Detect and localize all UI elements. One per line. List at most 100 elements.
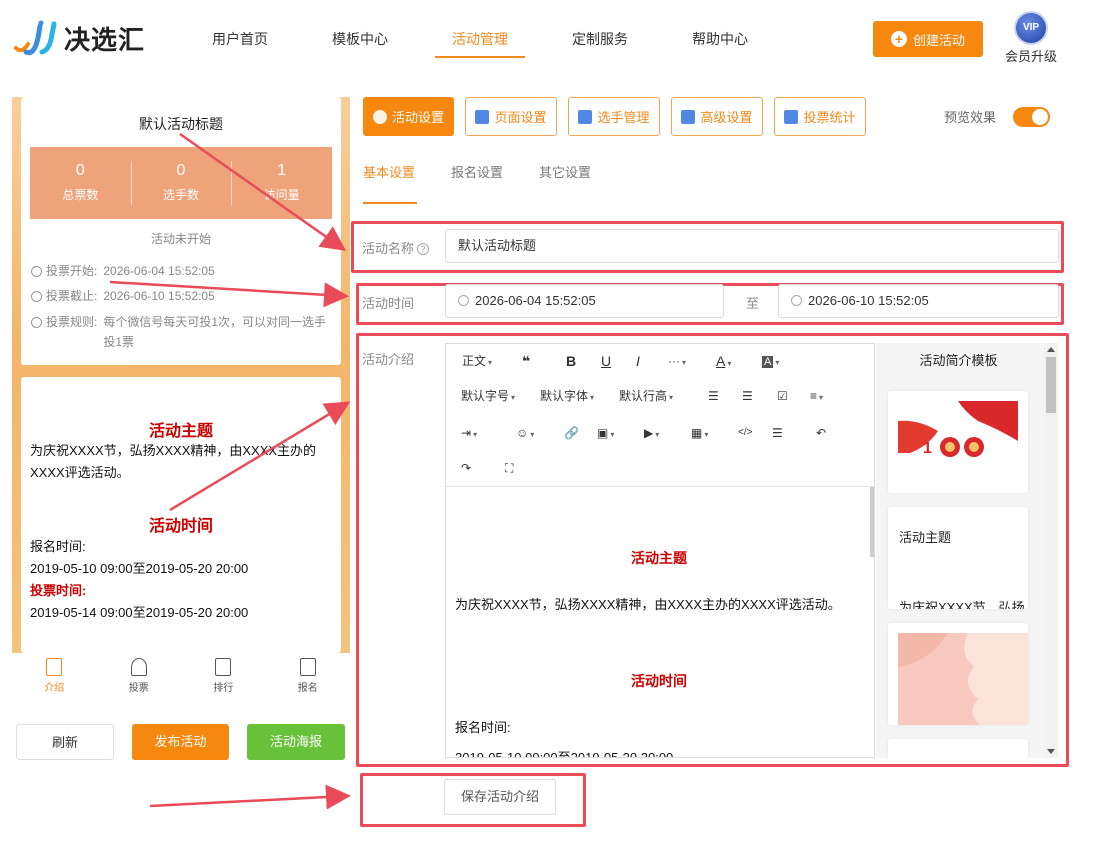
video-dropdown[interactable]: ▶ ▾ (644, 423, 659, 443)
editor-time-heading: 活动时间 (631, 673, 687, 689)
fullscreen-icon[interactable]: ⛶ (505, 458, 513, 478)
vip-upgrade[interactable]: VIP 会员升级 (1003, 13, 1059, 65)
intro-vote-time: 2019-05-14 09:00至2019-05-20 20:00 (30, 605, 249, 620)
template-card-1[interactable]: 1 (888, 391, 1028, 493)
code-icon[interactable]: </> (738, 423, 752, 443)
activity-poster-button[interactable]: 活动海报 (247, 724, 345, 760)
vote-statistics-button[interactable]: 投票统计 (774, 97, 866, 136)
tab-vote[interactable]: 投票 (97, 653, 182, 699)
editor-signup-time: 2019-05-10 09:00至2019-05-20 20:00 (455, 750, 674, 758)
refresh-button[interactable]: 刷新 (16, 724, 114, 760)
preview-title: 默认活动标题 (139, 116, 223, 132)
nav-help-center[interactable]: 帮助中心 (660, 0, 780, 80)
info-icon (31, 317, 42, 328)
end-time-input[interactable]: 2026-06-10 15:52:05 (778, 284, 1059, 318)
activity-settings-button[interactable]: 活动设置 (363, 97, 454, 136)
font-size-dropdown[interactable]: 默认字号 ▾ (461, 386, 515, 406)
table-dropdown[interactable]: ▦ ▾ (691, 423, 708, 443)
publish-activity-button[interactable]: 发布活动 (132, 724, 229, 760)
font-family-dropdown[interactable]: 默认字体 ▾ (540, 386, 594, 406)
start-time-input[interactable]: 2026-06-04 15:52:05 (445, 284, 724, 318)
end-time-value: 2026-06-10 15:52:05 (808, 293, 929, 308)
nav-home[interactable]: 用户首页 (180, 0, 300, 80)
background-color-dropdown[interactable]: A ▾ (762, 351, 779, 371)
bold-icon[interactable]: B (566, 351, 576, 371)
template-card-3[interactable] (888, 623, 1028, 725)
nav-templates[interactable]: 模板中心 (300, 0, 420, 80)
activity-name-label: 活动名称? (362, 238, 430, 257)
clock-icon (458, 295, 469, 306)
line-height-dropdown[interactable]: 默认行高 ▾ (619, 386, 673, 406)
contestant-management-button[interactable]: 选手管理 (568, 97, 660, 136)
more-options-dropdown[interactable]: ··· ▾ (668, 351, 686, 371)
quote-icon[interactable]: ❝ (522, 351, 530, 371)
page-settings-button[interactable]: 页面设置 (465, 97, 557, 136)
italic-icon[interactable]: I (636, 351, 640, 371)
activity-intro-label: 活动介绍 (362, 352, 415, 367)
tab-other-settings[interactable]: 其它设置 (539, 150, 591, 202)
stat-total-votes: 0 总票数 (30, 147, 131, 219)
tab-signup[interactable]: 报名 (266, 653, 351, 699)
help-icon[interactable]: ? (417, 243, 430, 255)
star-icon (372, 109, 387, 124)
time-separator: 至 (746, 296, 760, 311)
font-color-dropdown[interactable]: A ▾ (716, 351, 731, 371)
user-icon (130, 658, 147, 676)
create-activity-label: 创建活动 (912, 32, 965, 48)
editor-theme-text: 为庆祝XXXX节，弘扬XXXX精神，由XXXX主办的XXXX评选活动。 (455, 597, 841, 612)
numbered-list-icon[interactable]: ☰ (742, 386, 753, 406)
editor-content[interactable]: 活动主题 为庆祝XXXX节，弘扬XXXX精神，由XXXX主办的XXXX评选活动。… (446, 487, 872, 758)
editor-scrollbar[interactable] (870, 487, 874, 557)
divider-icon[interactable]: ☰ (772, 423, 783, 443)
template-card-4[interactable] (888, 739, 1028, 758)
button-label: 页面设置 (494, 110, 547, 125)
paragraph-format-dropdown[interactable]: 正文 ▾ (462, 351, 492, 371)
vote-end-line: 投票截止: 2026-06-10 15:52:05 (31, 286, 215, 306)
tab-label: 报名 (297, 683, 318, 694)
scroll-thumb[interactable] (1046, 357, 1056, 413)
template-card-2[interactable]: 活动主题 为庆祝XXXX节，弘扬 (888, 507, 1028, 609)
align-dropdown[interactable]: ≡ ▾ (810, 386, 823, 406)
tab-ranking[interactable]: 排行 (181, 653, 266, 699)
save-intro-button[interactable]: 保存活动介绍 (444, 779, 556, 815)
indent-dropdown[interactable]: ⇥ ▾ (461, 423, 477, 443)
preview-tabbar: 介绍 投票 排行 报名 (12, 653, 350, 699)
ranking-icon (215, 658, 232, 676)
bullet-list-icon[interactable]: ☰ (708, 386, 719, 406)
undo-icon[interactable]: ↶ (816, 423, 826, 443)
preview-effect-toggle[interactable] (1013, 107, 1050, 127)
stat-value: 0 (75, 162, 85, 179)
intro-template-panel: 活动简介模板 1 活动主题 为庆祝XXXX节，弘扬 (876, 343, 1058, 758)
tab-signup-settings[interactable]: 报名设置 (451, 150, 503, 202)
tab-intro[interactable]: 介绍 (12, 653, 97, 699)
sliders-icon (681, 109, 696, 124)
tab-basic-settings[interactable]: 基本设置 (363, 150, 418, 204)
svg-text:1: 1 (923, 440, 932, 457)
redo-icon[interactable]: ↷ (461, 458, 471, 478)
underline-icon[interactable]: U (601, 351, 611, 371)
nav-custom-service[interactable]: 定制服务 (540, 0, 660, 80)
logo[interactable]: 决选汇 (12, 18, 145, 58)
stat-label: 访问量 (263, 188, 300, 202)
vote-rule-line: 投票规则: 每个微信号每天可投1次，可以对同一选手投1票 (31, 312, 331, 352)
todo-list-icon[interactable]: ☑ (777, 386, 788, 406)
image-dropdown[interactable]: ▣ ▾ (597, 423, 614, 443)
scroll-down-icon[interactable] (1047, 749, 1055, 754)
vote-end-value: 2026-06-10 15:52:05 (103, 289, 215, 303)
activity-name-input[interactable]: 默认活动标题 (445, 229, 1059, 263)
intro-theme-heading: 活动主题 (148, 423, 213, 440)
template-scrollbar[interactable] (1044, 343, 1058, 758)
create-activity-button[interactable]: + 创建活动 (873, 21, 983, 57)
emoji-dropdown[interactable]: ☺ ▾ (516, 423, 534, 443)
scroll-up-icon[interactable] (1047, 347, 1055, 352)
vote-rule-label: 投票规则: (46, 315, 98, 329)
vote-end-label: 投票截止: (46, 289, 98, 303)
top-header: 决选汇 用户首页 模板中心 活动管理 定制服务 帮助中心 + 创建活动 VIP … (0, 0, 1110, 80)
advanced-settings-button[interactable]: 高级设置 (671, 97, 763, 136)
link-icon[interactable]: 🔗 (564, 423, 579, 443)
main-nav: 用户首页 模板中心 活动管理 定制服务 帮助中心 (180, 0, 780, 80)
nav-activity-management[interactable]: 活动管理 (420, 0, 540, 80)
mobile-preview: 默认活动标题 0 总票数 0 选手数 1 访问量 活动未开始 投票开始: 202… (12, 97, 350, 653)
rich-text-editor: 正文 ▾ ❝ B U I ··· ▾ A ▾ A ▾ 默认字号 ▾ 默认字体 ▾ 默认行高 ▾… (445, 343, 875, 758)
stat-value: 0 (176, 162, 186, 179)
